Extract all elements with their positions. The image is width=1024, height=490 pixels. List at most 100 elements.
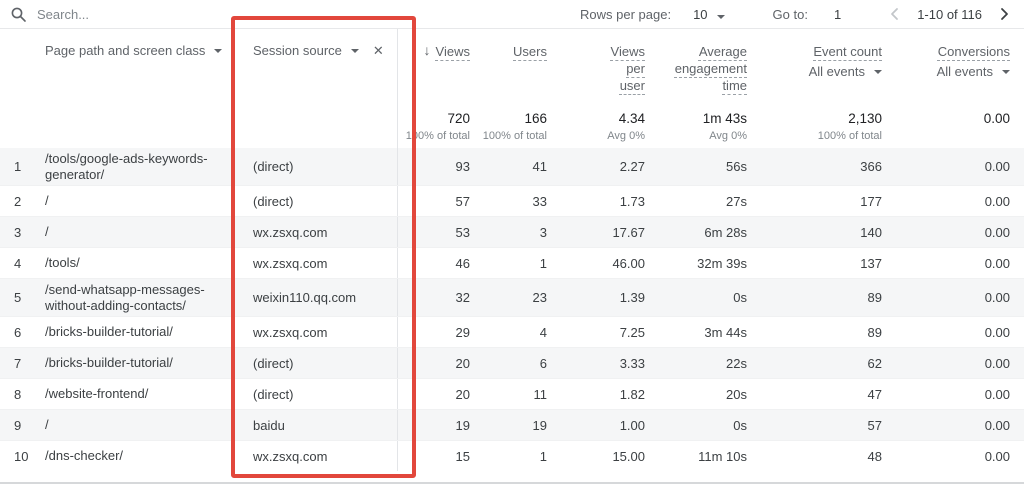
session-source-cell: weixin110.qq.com — [233, 279, 398, 316]
page-path-cell: /send-whatsapp-messages-without-adding-c… — [45, 279, 233, 316]
chevron-left-icon — [887, 6, 903, 22]
avg-engagement-header-label: Average engagement time — [663, 43, 747, 94]
rows-per-page-value: 10 — [693, 7, 707, 22]
search-input[interactable] — [37, 7, 257, 22]
views-per-user-cell: 2.27 — [547, 159, 645, 174]
totals-views-per-user: 4.34 Avg 0% — [547, 106, 645, 148]
row-number: 5 — [0, 290, 45, 305]
views-per-user-cell: 17.67 — [547, 225, 645, 240]
remove-column-icon[interactable]: ✕ — [373, 43, 384, 58]
event-count-column-header[interactable]: Event count All events — [747, 29, 882, 106]
session-source-cell: wx.zsxq.com — [233, 317, 398, 347]
engagement-time-cell: 56s — [645, 159, 747, 174]
row-number: 4 — [0, 256, 45, 271]
views-cell: 15 — [398, 449, 470, 464]
views-per-user-column-header[interactable]: Views per user — [547, 29, 645, 106]
event-count-cell: 366 — [747, 159, 882, 174]
views-per-user-cell: 1.82 — [547, 387, 645, 402]
views-per-user-cell: 1.00 — [547, 418, 645, 433]
views-per-user-cell: 1.39 — [547, 290, 645, 305]
engagement-time-cell: 22s — [645, 356, 747, 371]
conversions-header-label: Conversions — [938, 43, 1010, 60]
totals-event-count: 2,130 100% of total — [747, 106, 882, 148]
engagement-time-cell: 0s — [645, 290, 747, 305]
views-cell: 53 — [398, 225, 470, 240]
row-number: 8 — [0, 387, 45, 402]
next-page-button[interactable] — [996, 6, 1012, 22]
table-row: 3 / wx.zsxq.com 53 3 17.67 6m 28s 140 0.… — [0, 216, 1024, 247]
analytics-report-table: Rows per page: 10 Go to: 1 1-10 of 116 — [0, 0, 1024, 490]
session-source-cell: wx.zsxq.com — [233, 441, 398, 471]
row-number: 6 — [0, 325, 45, 340]
pager: 1-10 of 116 — [887, 6, 1012, 22]
totals-users: 166 100% of total — [470, 106, 547, 148]
totals-views: 720 100% of total — [398, 106, 470, 148]
views-cell: 57 — [398, 194, 470, 209]
conversions-cell: 0.00 — [882, 325, 1010, 340]
row-number: 1 — [0, 159, 45, 174]
previous-page-button[interactable] — [887, 6, 903, 22]
event-count-cell: 48 — [747, 449, 882, 464]
dropdown-caret-icon — [874, 70, 882, 74]
row-number: 10 — [0, 449, 45, 464]
session-source-cell: (direct) — [233, 379, 398, 409]
users-column-header[interactable]: Users — [470, 29, 547, 106]
page-path-column-header[interactable]: Page path and screen class — [45, 29, 233, 106]
conversions-cell: 0.00 — [882, 225, 1010, 240]
table-row: 4 /tools/ wx.zsxq.com 46 1 46.00 32m 39s… — [0, 247, 1024, 278]
row-number: 2 — [0, 194, 45, 209]
users-cell: 41 — [470, 159, 547, 174]
page-path-cell: /bricks-builder-tutorial/ — [45, 321, 233, 343]
dropdown-caret-icon — [1002, 70, 1010, 74]
users-cell: 11 — [470, 387, 547, 402]
page-path-cell: /dns-checker/ — [45, 445, 233, 467]
row-number-header — [0, 29, 45, 106]
views-cell: 29 — [398, 325, 470, 340]
goto-label: Go to: — [773, 7, 808, 22]
search-area[interactable] — [10, 6, 580, 23]
views-per-user-cell: 15.00 — [547, 449, 645, 464]
session-source-cell: baidu — [233, 410, 398, 440]
users-cell: 3 — [470, 225, 547, 240]
engagement-time-cell: 20s — [645, 387, 747, 402]
session-source-header-label: Session source — [253, 43, 342, 58]
pagination-range: 1-10 of 116 — [917, 7, 982, 22]
session-source-column-header[interactable]: Session source ✕ — [233, 29, 398, 106]
avg-engagement-column-header[interactable]: Average engagement time — [645, 29, 747, 106]
engagement-time-cell: 6m 28s — [645, 225, 747, 240]
event-count-cell: 89 — [747, 325, 882, 340]
event-count-cell: 47 — [747, 387, 882, 402]
conversions-column-header[interactable]: Conversions All events — [882, 29, 1010, 106]
event-count-cell: 137 — [747, 256, 882, 271]
session-source-cell: wx.zsxq.com — [233, 248, 398, 278]
views-column-header[interactable]: ↓ Views — [398, 29, 470, 106]
pagination-controls: Rows per page: 10 Go to: 1 1-10 of 116 — [580, 6, 1012, 22]
table-row: 6 /bricks-builder-tutorial/ wx.zsxq.com … — [0, 316, 1024, 347]
event-count-header-label: Event count — [813, 43, 882, 60]
session-source-cell: wx.zsxq.com — [233, 217, 398, 247]
goto-page-input[interactable]: 1 — [834, 7, 841, 22]
conversions-filter-label: All events — [937, 64, 993, 79]
dropdown-caret-icon[interactable] — [351, 49, 359, 53]
engagement-time-cell: 32m 39s — [645, 256, 747, 271]
users-cell: 4 — [470, 325, 547, 340]
views-cell: 19 — [398, 418, 470, 433]
totals-conversions: 0.00 — [882, 106, 1010, 148]
users-cell: 1 — [470, 256, 547, 271]
conversions-cell: 0.00 — [882, 418, 1010, 433]
event-count-cell: 89 — [747, 290, 882, 305]
conversions-filter[interactable]: All events — [937, 64, 1010, 79]
session-source-cell: (direct) — [233, 148, 398, 185]
engagement-time-cell: 11m 10s — [645, 449, 747, 464]
conversions-cell: 0.00 — [882, 159, 1010, 174]
views-header-label: Views — [436, 43, 470, 60]
totals-row: 720 100% of total 166 100% of total 4.34… — [0, 106, 1024, 148]
page-path-cell: / — [45, 190, 233, 212]
rows-per-page-select[interactable]: 10 — [693, 7, 724, 22]
table-toolbar: Rows per page: 10 Go to: 1 1-10 of 116 — [0, 0, 1024, 29]
page-path-header-label: Page path and screen class — [45, 43, 205, 58]
dropdown-caret-icon[interactable] — [214, 49, 222, 53]
table-row: 1 /tools/google-ads-keywords-generator/ … — [0, 148, 1024, 185]
chevron-down-icon — [717, 15, 725, 19]
event-count-filter[interactable]: All events — [809, 64, 882, 79]
